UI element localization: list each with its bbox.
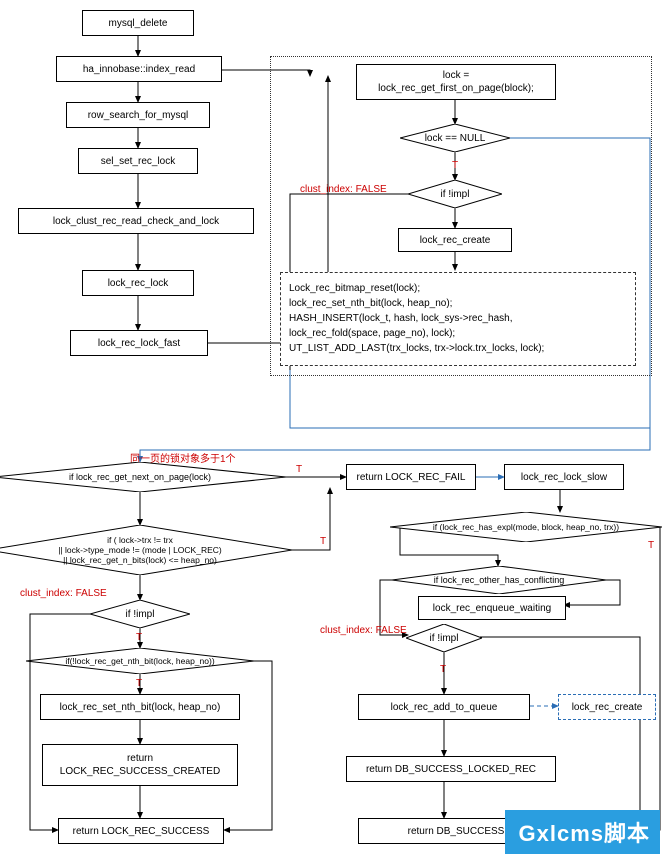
diamond-has-conflicting: if lock_rec_other_has_conflicting bbox=[392, 566, 606, 594]
diamond-impl-2: if !impl bbox=[90, 600, 190, 628]
label: lock_rec_enqueue_waiting bbox=[433, 603, 551, 614]
label: lock_rec_lock_slow bbox=[521, 472, 607, 483]
label: lock_clust_rec_read_check_and_lock bbox=[53, 216, 219, 227]
label: lock = bbox=[443, 69, 469, 82]
node-lock-rec-lock-fast: lock_rec_lock_fast bbox=[70, 330, 208, 356]
code-line: HASH_INSERT(lock_t, hash, lock_sys->rec_… bbox=[289, 311, 627, 326]
node-row-search: row_search_for_mysql bbox=[66, 102, 210, 128]
node-mysql-delete: mysql_delete bbox=[82, 10, 194, 36]
edge-label-t: T bbox=[296, 464, 302, 475]
clust-false-3: clust_index: FALSE bbox=[320, 625, 407, 636]
node-lock-rec-lock: lock_rec_lock bbox=[82, 270, 194, 296]
label: lock_rec_lock_fast bbox=[98, 338, 180, 349]
node-enqueue-waiting: lock_rec_enqueue_waiting bbox=[418, 596, 566, 620]
node-index-read: ha_innobase::index_read bbox=[56, 56, 222, 82]
label: if !impl bbox=[126, 609, 155, 620]
diamond-trx-check: if ( lock->trx != trx || lock->type_mode… bbox=[0, 525, 292, 575]
label: || lock_rec_get_n_bits(lock) <= heap_no) bbox=[58, 555, 221, 565]
diamond-has-expl: if (lock_rec_has_expl(mode, block, heap_… bbox=[390, 512, 662, 542]
label: if ( lock->trx != trx bbox=[58, 535, 221, 545]
label: if lock_rec_get_next_on_page(lock) bbox=[69, 472, 211, 482]
diamond-lock-null: lock == NULL bbox=[400, 124, 510, 152]
label: lock_rec_add_to_queue bbox=[391, 702, 498, 713]
node-add-to-queue: lock_rec_add_to_queue bbox=[358, 694, 530, 720]
node-db-success-locked: return DB_SUCCESS_LOCKED_REC bbox=[346, 756, 556, 782]
edge-label-t: T bbox=[320, 536, 326, 547]
diamond-impl-1: if !impl bbox=[408, 180, 502, 208]
label: || lock->type_mode != (mode | LOCK_REC) bbox=[58, 545, 221, 555]
edge-label-t: T bbox=[440, 664, 446, 675]
label: row_search_for_mysql bbox=[88, 110, 189, 121]
clust-false-1: clust_index: FALSE bbox=[300, 184, 387, 195]
edge-label-t: T bbox=[648, 540, 654, 551]
diamond-impl-3: if !impl bbox=[406, 624, 482, 652]
edge-label-t: T bbox=[452, 160, 458, 171]
diamond-get-next-on-page: if lock_rec_get_next_on_page(lock) bbox=[0, 462, 286, 492]
node-lock-rec-create: lock_rec_create bbox=[398, 228, 512, 252]
label: if(!lock_rec_get_nth_bit(lock, heap_no)) bbox=[65, 656, 214, 666]
edge-label-t: T bbox=[136, 678, 142, 689]
label: lock == NULL bbox=[425, 133, 486, 144]
node-lock-rec-lock-slow: lock_rec_lock_slow bbox=[504, 464, 624, 490]
label: lock_rec_lock bbox=[108, 278, 169, 289]
label: lock_rec_set_nth_bit(lock, heap_no) bbox=[60, 702, 221, 713]
watermark: Gxlcms脚本 bbox=[505, 810, 661, 854]
label: lock_rec_create bbox=[420, 235, 491, 246]
node-lock-assign: lock = lock_rec_get_first_on_page(block)… bbox=[356, 64, 556, 100]
code-line: lock_rec_set_nth_bit(lock, heap_no); bbox=[289, 296, 627, 311]
clust-false-2: clust_index: FALSE bbox=[20, 588, 107, 599]
label: lock_rec_create bbox=[572, 702, 643, 713]
node-set-nth-bit: lock_rec_set_nth_bit(lock, heap_no) bbox=[40, 694, 240, 720]
node-lock-rec-create-2: lock_rec_create bbox=[558, 694, 656, 720]
label: LOCK_REC_SUCCESS_CREATED bbox=[60, 765, 220, 778]
node-return-fail: return LOCK_REC_FAIL bbox=[346, 464, 476, 490]
label: lock_rec_get_first_on_page(block); bbox=[378, 82, 534, 95]
node-return-success-created: return LOCK_REC_SUCCESS_CREATED bbox=[42, 744, 238, 786]
code-line: UT_LIST_ADD_LAST(trx_locks, trx->lock.tr… bbox=[289, 341, 627, 356]
label: ha_innobase::index_read bbox=[83, 64, 195, 75]
code-line: lock_rec_fold(space, page_no), lock); bbox=[289, 326, 627, 341]
label: return DB_SUCCESS bbox=[408, 826, 505, 837]
label: return LOCK_REC_SUCCESS bbox=[73, 826, 210, 837]
label: sel_set_rec_lock bbox=[101, 156, 175, 167]
node-lock-clust-check: lock_clust_rec_read_check_and_lock bbox=[18, 208, 254, 234]
code-block: Lock_rec_bitmap_reset(lock); lock_rec_se… bbox=[280, 272, 636, 366]
label: return DB_SUCCESS_LOCKED_REC bbox=[366, 764, 536, 775]
label: if lock_rec_other_has_conflicting bbox=[434, 575, 565, 585]
edge-label-t: T bbox=[136, 632, 142, 643]
code-line: Lock_rec_bitmap_reset(lock); bbox=[289, 281, 627, 296]
label: if !impl bbox=[430, 633, 459, 644]
label: if !impl bbox=[441, 189, 470, 200]
label: if (lock_rec_has_expl(mode, block, heap_… bbox=[433, 522, 619, 532]
label: return LOCK_REC_FAIL bbox=[357, 472, 466, 483]
node-return-success: return LOCK_REC_SUCCESS bbox=[58, 818, 224, 844]
label: mysql_delete bbox=[109, 18, 168, 29]
node-sel-set-rec-lock: sel_set_rec_lock bbox=[78, 148, 198, 174]
label: return bbox=[127, 752, 153, 765]
diamond-get-nth-bit: if(!lock_rec_get_nth_bit(lock, heap_no)) bbox=[26, 648, 254, 674]
